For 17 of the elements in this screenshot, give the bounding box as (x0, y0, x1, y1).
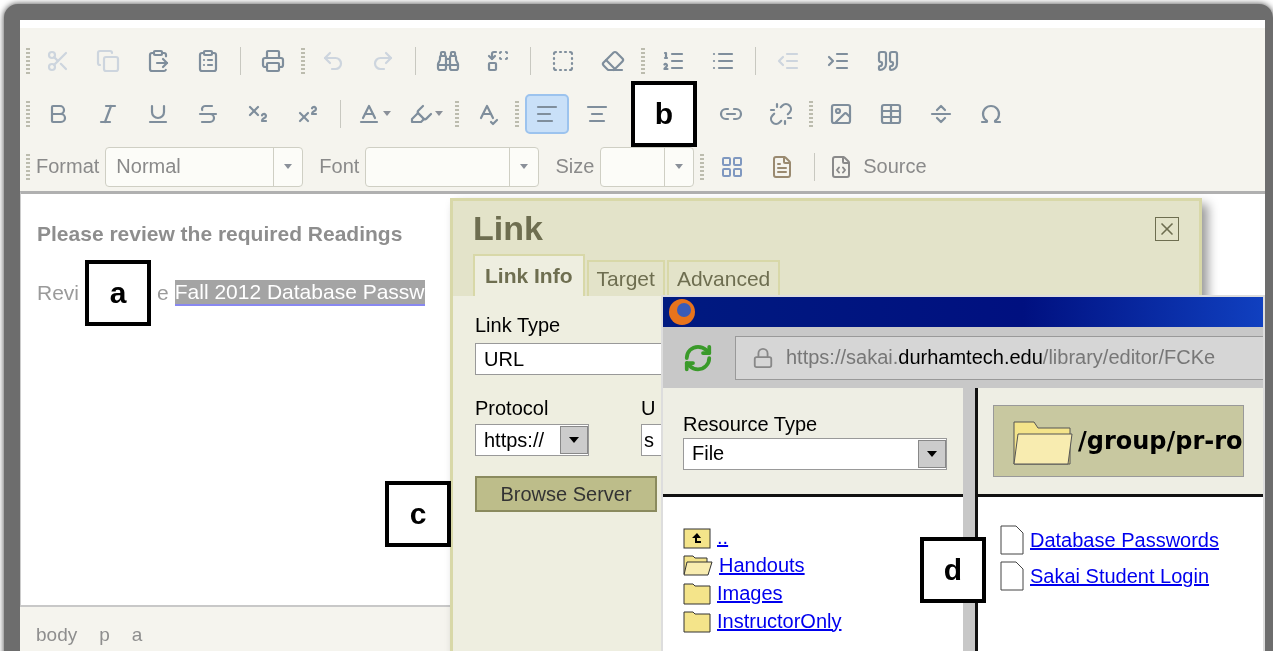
dialog-title: Link (473, 209, 543, 248)
font-label: Font (319, 155, 360, 178)
editor-text: e (157, 281, 169, 305)
editor-text: Revi (37, 281, 79, 305)
address-text: https://sakai.durhamtech.edu/library/editor/FCKe (786, 346, 1216, 369)
size-label: Size (555, 155, 595, 178)
callout-label: b (631, 80, 697, 147)
link-type-label: Link Type (475, 314, 562, 337)
protocol-label: Protocol (475, 397, 550, 420)
callout-label: a (85, 260, 151, 326)
resource-type-label: Resource Type (683, 412, 819, 436)
editor-heading: Please review the required Readings (37, 222, 403, 246)
folder-path: /group/pr-ro (1078, 427, 1243, 455)
callout-label: c (385, 481, 451, 547)
callout-label: d (920, 537, 986, 603)
format-label: Format (36, 155, 100, 178)
url-label: U (641, 397, 657, 420)
